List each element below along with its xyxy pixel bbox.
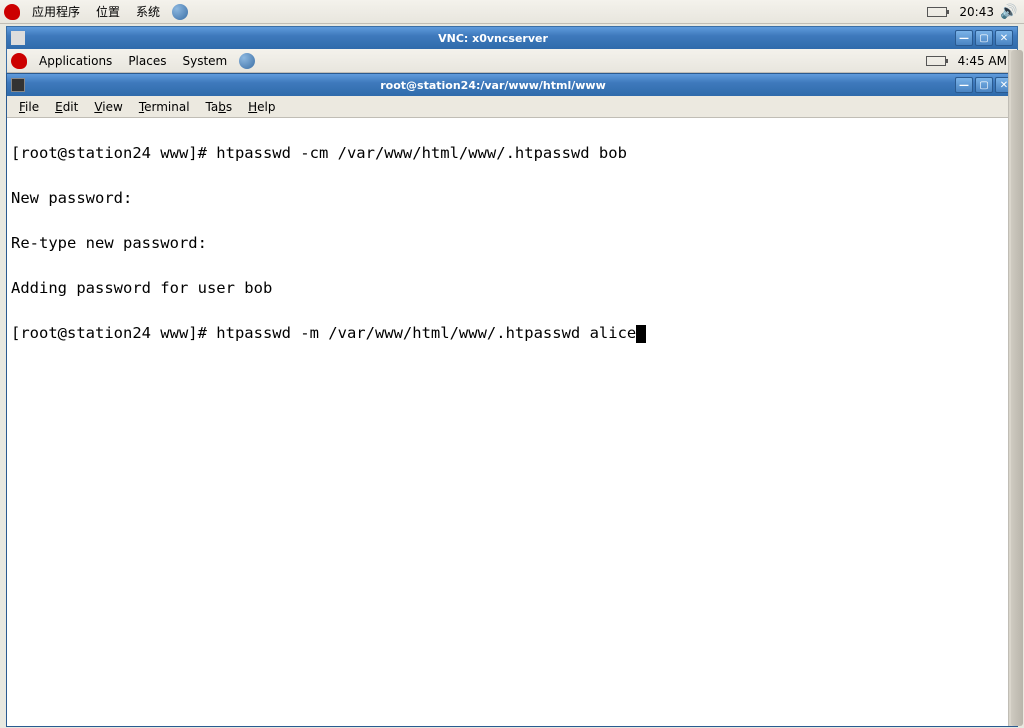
- terminal-window-controls: — ▢ ✕: [955, 77, 1013, 93]
- host-clock[interactable]: 20:43: [959, 5, 994, 19]
- browser-launcher-icon[interactable]: [239, 53, 255, 69]
- menu-edit[interactable]: Edit: [47, 98, 86, 116]
- terminal-cursor: [636, 325, 646, 343]
- close-button[interactable]: ✕: [995, 30, 1013, 46]
- vnc-scrollbar[interactable]: [1008, 50, 1024, 726]
- menu-terminal[interactable]: Terminal: [131, 98, 198, 116]
- menu-view[interactable]: View: [86, 98, 130, 116]
- minimize-button[interactable]: —: [955, 30, 973, 46]
- menu-help[interactable]: Help: [240, 98, 283, 116]
- minimize-button[interactable]: —: [955, 77, 973, 93]
- maximize-button[interactable]: ▢: [975, 30, 993, 46]
- redhat-icon: [4, 4, 20, 20]
- host-gnome-panel: 应用程序 位置 系统 20:43: [0, 0, 1024, 24]
- vnc-window-controls: — ▢ ✕: [955, 30, 1013, 46]
- terminal-window: root@station24:/var/www/html/www — ▢ ✕ F…: [6, 73, 1018, 727]
- maximize-button[interactable]: ▢: [975, 77, 993, 93]
- vnc-title: VNC: x0vncserver: [31, 32, 955, 45]
- menu-tabs[interactable]: Tabs: [198, 98, 241, 116]
- browser-launcher-icon[interactable]: [172, 4, 188, 20]
- vnc-titlebar[interactable]: VNC: x0vncserver — ▢ ✕: [7, 27, 1017, 49]
- terminal-line: New password:: [11, 187, 1013, 209]
- terminal-title: root@station24:/var/www/html/www: [31, 79, 955, 92]
- remote-menu-system[interactable]: System: [174, 52, 235, 70]
- terminal-line: Re-type new password:: [11, 232, 1013, 254]
- volume-icon[interactable]: [1000, 5, 1016, 19]
- remote-clock[interactable]: 4:45 AM: [958, 54, 1007, 68]
- battery-icon[interactable]: [927, 7, 947, 17]
- terminal-content[interactable]: [root@station24 www]# htpasswd -cm /var/…: [7, 118, 1017, 726]
- scrollbar-thumb[interactable]: [1011, 50, 1023, 726]
- vnc-app-icon: [11, 31, 25, 45]
- terminal-line: [root@station24 www]# htpasswd -m /var/w…: [11, 322, 1013, 344]
- menu-file[interactable]: File: [11, 98, 47, 116]
- terminal-line: [root@station24 www]# htpasswd -cm /var/…: [11, 142, 1013, 164]
- remote-gnome-panel: Applications Places System 4:45 AM: [7, 49, 1017, 73]
- host-menu-applications[interactable]: 应用程序: [24, 1, 88, 22]
- battery-icon[interactable]: [926, 56, 946, 66]
- host-menu-places[interactable]: 位置: [88, 1, 128, 22]
- terminal-app-icon: [11, 78, 25, 92]
- terminal-line: Adding password for user bob: [11, 277, 1013, 299]
- redhat-icon: [11, 53, 27, 69]
- remote-menu-places[interactable]: Places: [120, 52, 174, 70]
- terminal-titlebar[interactable]: root@station24:/var/www/html/www — ▢ ✕: [7, 74, 1017, 96]
- host-menu-system[interactable]: 系统: [128, 1, 168, 22]
- vnc-remote-desktop: Applications Places System 4:45 AM root@…: [7, 49, 1017, 725]
- remote-menu-applications[interactable]: Applications: [31, 52, 120, 70]
- vnc-window: VNC: x0vncserver — ▢ ✕ Applications Plac…: [6, 26, 1018, 726]
- terminal-menubar: File Edit View Terminal Tabs Help: [7, 96, 1017, 118]
